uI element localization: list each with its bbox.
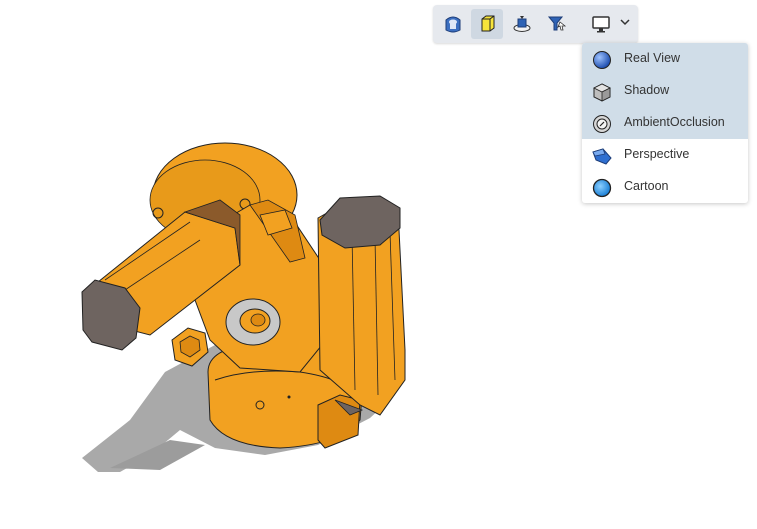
cartoon-sphere-icon xyxy=(592,178,612,198)
menu-item-label: Perspective xyxy=(624,147,690,161)
shaded-mode-button[interactable] xyxy=(471,9,503,39)
sphere-icon xyxy=(593,51,611,69)
menu-item-cartoon[interactable]: Cartoon xyxy=(582,171,748,203)
render-mode-button[interactable] xyxy=(437,9,469,39)
render-mode-icon xyxy=(445,16,461,33)
solid-box-icon xyxy=(481,15,495,32)
menu-item-perspective[interactable]: Perspective xyxy=(582,139,748,171)
display-settings-button[interactable] xyxy=(585,9,617,39)
menu-item-label: Cartoon xyxy=(624,179,669,193)
display-options-menu: Real View Shadow AmbientOcclusion Perspe… xyxy=(582,43,748,203)
cube-icon xyxy=(593,83,611,102)
perspective-icon xyxy=(592,148,612,165)
menu-item-label: Shadow xyxy=(624,83,670,97)
menu-item-ambient-occlusion[interactable]: AmbientOcclusion xyxy=(582,107,748,139)
occlusion-icon xyxy=(593,115,611,133)
menu-item-label: Real View xyxy=(624,51,681,65)
section-view-icon xyxy=(513,16,531,32)
filter-button[interactable] xyxy=(541,9,573,39)
filter-icon xyxy=(547,16,567,31)
section-view-button[interactable] xyxy=(506,9,538,39)
menu-item-real-view[interactable]: Real View xyxy=(582,43,748,75)
menu-item-shadow[interactable]: Shadow xyxy=(582,75,748,107)
view-toolbar xyxy=(433,5,638,43)
display-monitor-icon xyxy=(592,16,610,33)
chevron-down-icon[interactable] xyxy=(619,16,631,28)
menu-item-label: AmbientOcclusion xyxy=(624,115,725,129)
